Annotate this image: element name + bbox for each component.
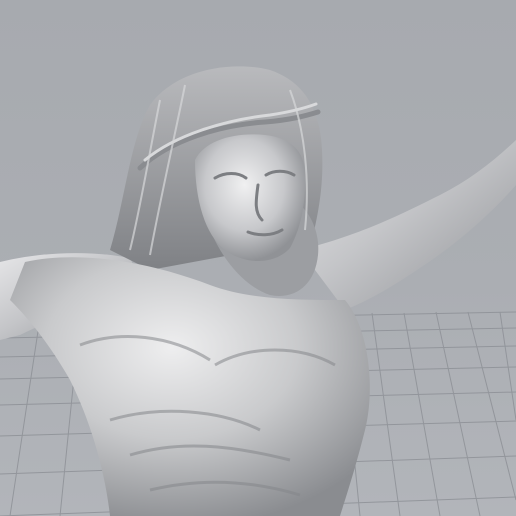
sculpture-model[interactable] (0, 66, 516, 516)
viewport-canvas[interactable] (0, 0, 516, 516)
model-arm-right (300, 140, 516, 310)
3d-viewport[interactable] (0, 0, 516, 516)
